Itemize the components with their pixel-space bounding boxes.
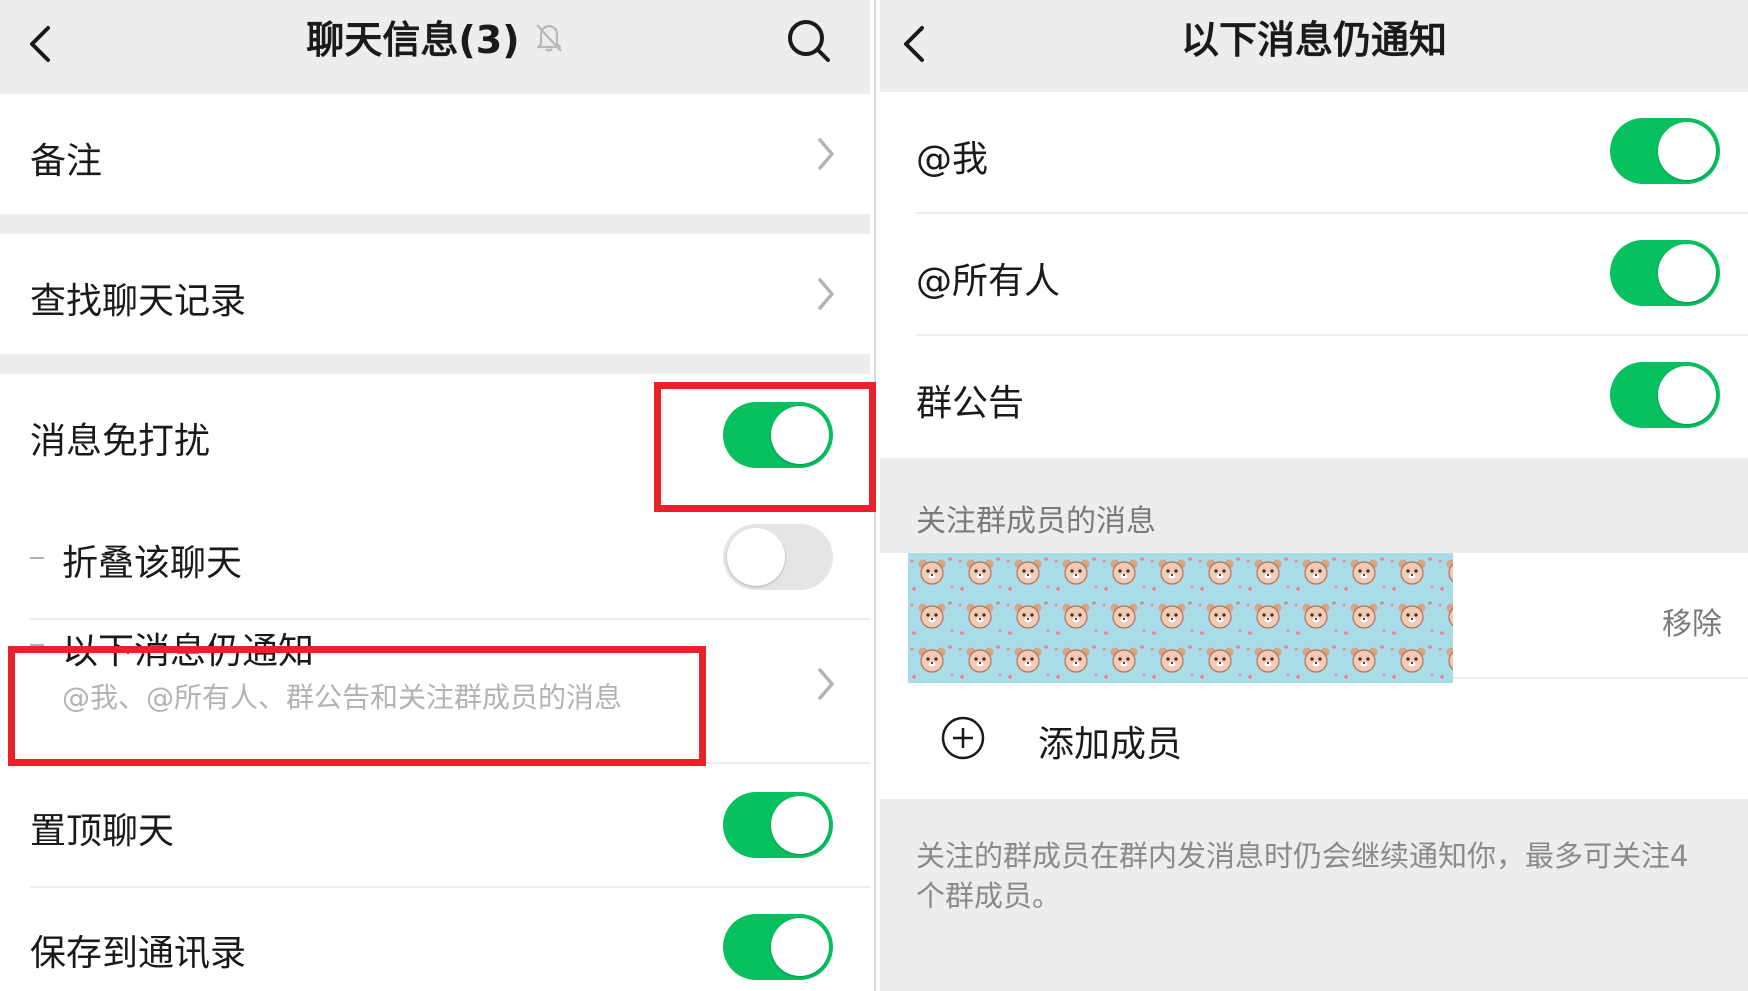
pin-chat-label: 置顶聊天 <box>30 811 175 852</box>
divider <box>30 886 870 888</box>
announcement-toggle[interactable] <box>1610 362 1720 428</box>
mention-me-toggle[interactable] <box>1610 118 1720 184</box>
toggle-knob <box>727 528 785 586</box>
mention-all-label: @所有人 <box>916 261 1061 302</box>
chevron-right-icon <box>818 668 834 700</box>
toggle-knob <box>771 918 829 976</box>
toggle-knob <box>1658 244 1716 302</box>
divider <box>30 762 870 764</box>
announcement-label: 群公告 <box>916 383 1025 424</box>
search-icon <box>788 20 830 62</box>
mute-toggle[interactable] <box>723 402 833 468</box>
add-member-label: 添加成员 <box>1038 724 1183 765</box>
page-title: 以下消息仍通知 <box>1180 18 1447 62</box>
divider <box>916 212 1748 214</box>
remove-button[interactable]: 移除 <box>1662 599 1722 643</box>
search-history-row[interactable]: 查找聊天记录 <box>0 234 870 354</box>
still-notify-row[interactable]: 以下消息仍通知 @我、@所有人、群公告和关注群成员的消息 <box>0 620 870 760</box>
search-button[interactable] <box>780 12 840 72</box>
search-history-label: 查找聊天记录 <box>30 281 247 322</box>
toggle-knob <box>771 406 829 464</box>
add-member-row[interactable]: 添加成员 <box>880 679 1748 799</box>
chevron-right-icon <box>818 278 834 310</box>
fold-chat-label: 折叠该聊天 <box>62 543 243 584</box>
fold-chat-toggle[interactable] <box>723 524 833 590</box>
page-title: 聊天信息(3) <box>306 18 520 62</box>
page-title-wrap: 聊天信息(3) <box>0 0 870 88</box>
still-notify-panel: 以下消息仍通知 @我 @所有人 群公告 关注群成员的消息 移除 添加成员 关注的… <box>880 0 1748 991</box>
notification-settings-group: 消息免打扰 折叠该聊天 以下消息仍通知 @我、@所有人、群公告和关注群成员的消息… <box>0 374 870 991</box>
remark-row[interactable]: 备注 <box>0 94 870 214</box>
save-contacts-label: 保存到通讯录 <box>30 933 247 974</box>
mention-me-label: @我 <box>916 139 989 180</box>
notify-options-group: @我 @所有人 群公告 <box>880 92 1748 458</box>
chat-info-panel: 聊天信息(3) 备注 查找聊天记录 消息免打扰 折叠该聊天 以下消息仍通知 @我… <box>0 0 870 991</box>
pin-chat-toggle[interactable] <box>723 792 833 858</box>
muted-bell-icon <box>534 0 564 80</box>
panel-divider <box>870 0 880 991</box>
footnote-text: 关注的群成员在群内发消息时仍会继续通知你，最多可关注4个群成员。 <box>916 839 1689 913</box>
mute-label: 消息免打扰 <box>30 421 211 462</box>
divider <box>916 334 1748 336</box>
add-circle-icon <box>941 716 985 760</box>
remark-label: 备注 <box>30 141 103 182</box>
section-header: 关注群成员的消息 <box>916 504 1156 539</box>
indent-dash <box>30 644 44 646</box>
nav-bar: 聊天信息(3) <box>0 0 870 88</box>
toggle-knob <box>1658 366 1716 424</box>
nav-bar: 以下消息仍通知 <box>880 0 1748 88</box>
mention-all-toggle[interactable] <box>1610 240 1720 306</box>
save-contacts-toggle[interactable] <box>723 914 833 980</box>
chevron-right-icon <box>818 138 834 170</box>
toggle-knob <box>1658 122 1716 180</box>
still-notify-description: @我、@所有人、群公告和关注群成员的消息 <box>62 681 623 714</box>
member-avatar <box>908 553 1453 683</box>
still-notify-label: 以下消息仍通知 <box>62 631 315 672</box>
toggle-knob <box>771 796 829 854</box>
indent-dash <box>30 557 44 559</box>
